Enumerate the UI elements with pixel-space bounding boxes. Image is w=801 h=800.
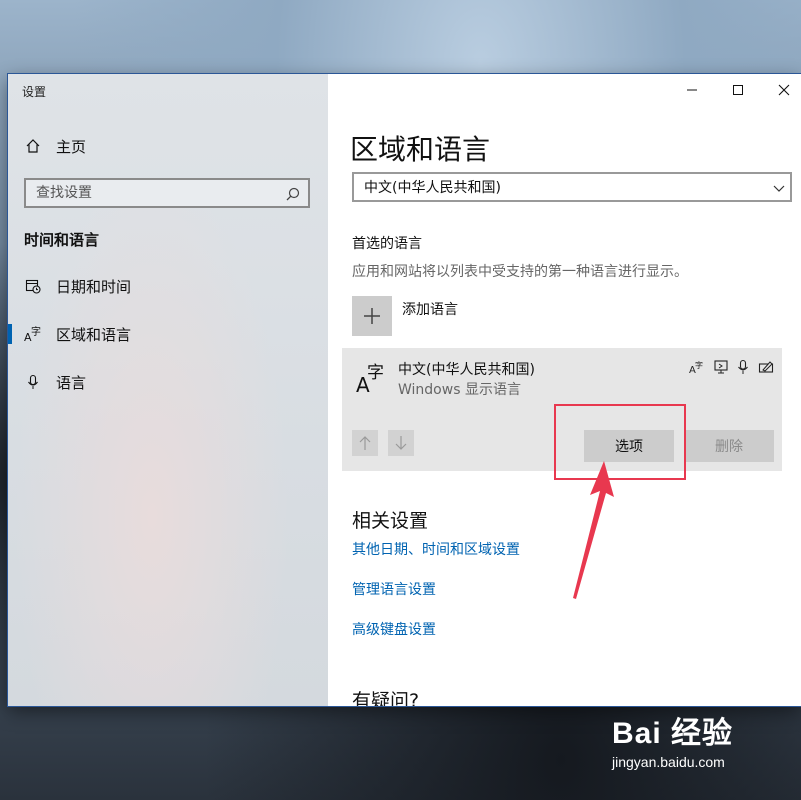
speech-recognition-icon xyxy=(734,358,752,376)
add-language-button[interactable] xyxy=(352,296,392,336)
search-box[interactable] xyxy=(24,178,310,208)
app-title: 设置 xyxy=(22,85,47,99)
minimize-button[interactable] xyxy=(669,74,715,106)
chevron-down-icon xyxy=(772,180,786,199)
remove-button[interactable]: 删除 xyxy=(684,430,774,462)
add-language-label[interactable]: 添加语言 xyxy=(402,299,458,319)
link-manage-language-settings[interactable]: 管理语言设置 xyxy=(352,579,436,599)
close-button[interactable] xyxy=(761,74,801,106)
sidebar-item-date-time[interactable]: 日期和时间 xyxy=(8,266,328,306)
svg-text:字: 字 xyxy=(695,360,703,370)
preferred-languages-desc: 应用和网站将以列表中受支持的第一种语言进行显示。 xyxy=(352,264,688,280)
nav-home[interactable]: 主页 xyxy=(8,126,328,166)
link-other-date-time-region[interactable]: 其他日期、时间和区域设置 xyxy=(352,539,520,559)
watermark-logo: Bai 经验 xyxy=(612,717,734,750)
related-settings-heading: 相关设置 xyxy=(352,510,429,532)
baidu-watermark: Bai 经验 jingyan.baidu.com xyxy=(612,708,734,770)
sidebar-item-speech[interactable]: 语言 xyxy=(8,362,328,402)
sidebar-item-region-language[interactable]: A字 区域和语言 xyxy=(8,314,328,354)
handwriting-icon xyxy=(757,358,775,376)
svg-text:字: 字 xyxy=(367,363,384,383)
arrow-down-icon xyxy=(395,436,407,450)
preferred-languages-heading: 首选的语言 xyxy=(352,236,422,252)
move-down-button[interactable] xyxy=(388,430,414,456)
annotation-arrow xyxy=(573,461,614,599)
region-select-value: 中文(中华人民共和国) xyxy=(364,180,501,196)
calendar-clock-icon xyxy=(24,277,42,295)
search-icon[interactable] xyxy=(286,186,300,205)
home-icon xyxy=(24,137,42,155)
sidebar-item-label: 日期和时间 xyxy=(56,277,132,296)
arrow-up-icon xyxy=(359,436,371,450)
svg-text:字: 字 xyxy=(31,325,41,338)
plus-icon xyxy=(364,308,380,324)
sidebar-section-title: 时间和语言 xyxy=(24,231,100,249)
minimize-icon xyxy=(687,89,697,91)
maximize-button[interactable] xyxy=(715,74,761,106)
nav-home-label: 主页 xyxy=(56,137,87,156)
page-title: 区域和语言 xyxy=(350,133,491,166)
language-name: 中文(中华人民共和国) xyxy=(398,362,535,378)
language-glyph-icon: A字 xyxy=(356,360,386,397)
sidebar-item-label: 区域和语言 xyxy=(56,325,132,344)
link-advanced-keyboard-settings[interactable]: 高级键盘设置 xyxy=(352,619,436,639)
region-select[interactable]: 中文(中华人民共和国) xyxy=(352,172,792,202)
watermark-url: jingyan.baidu.com xyxy=(612,754,725,770)
maximize-icon xyxy=(733,85,743,95)
move-up-button[interactable] xyxy=(352,430,378,456)
display-language-icon: A字 xyxy=(688,358,706,376)
close-icon xyxy=(778,84,790,96)
region-language-icon: A字 xyxy=(24,325,42,343)
sidebar-item-label: 语言 xyxy=(56,373,87,392)
text-to-speech-icon xyxy=(712,358,730,376)
settings-window: 设置 主页 时间和语言 日期和时间 A字 区域和语言 xyxy=(8,74,801,706)
question-heading: 有疑问? xyxy=(352,690,420,706)
language-subtitle: Windows 显示语言 xyxy=(398,382,521,398)
search-input[interactable] xyxy=(26,180,276,206)
microphone-icon xyxy=(24,373,42,391)
content-pane: 区域和语言 中文(中华人民共和国) 首选的语言 应用和网站将以列表中受支持的第一… xyxy=(328,74,801,706)
sidebar: 设置 主页 时间和语言 日期和时间 A字 区域和语言 xyxy=(8,74,328,706)
